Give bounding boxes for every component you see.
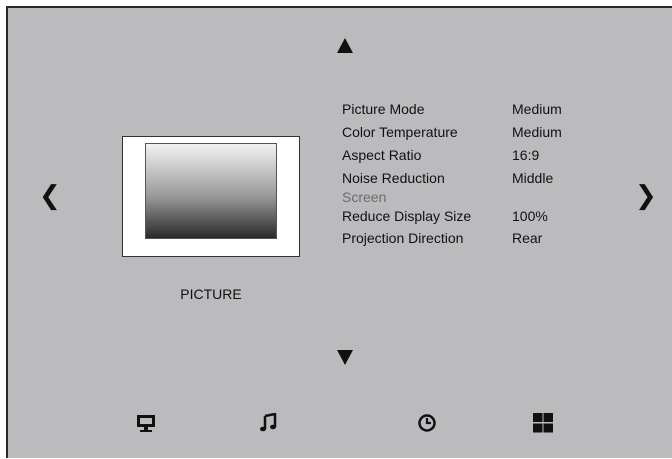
osd-menu-panel: ❮ ❯ PICTURE Picture Mode Medium Color Te… (6, 6, 672, 458)
setting-row-color-temperature[interactable]: Color Temperature Medium (342, 124, 602, 147)
picture-preview-image (145, 143, 277, 239)
setting-row-screen: Screen (342, 189, 602, 208)
setting-row-picture-mode[interactable]: Picture Mode Medium (342, 101, 602, 124)
monitor-icon[interactable] (136, 413, 156, 438)
setting-value: Medium (512, 124, 562, 140)
setting-row-projection-direction[interactable]: Projection Direction Rear (342, 230, 602, 253)
clock-icon[interactable] (417, 413, 437, 438)
setting-label: Noise Reduction (342, 170, 445, 186)
category-title: PICTURE (180, 286, 242, 302)
category-icon-bar (8, 412, 672, 443)
next-category-chevron-icon[interactable]: ❯ (635, 183, 657, 209)
setting-value: 100% (512, 208, 548, 224)
setting-value: Rear (512, 230, 543, 246)
setting-row-reduce-display-size[interactable]: Reduce Display Size 100% (342, 208, 602, 230)
setting-label: Aspect Ratio (342, 147, 422, 163)
setting-value: 16:9 (512, 147, 540, 163)
setting-label: Color Temperature (342, 124, 458, 140)
setting-label: Reduce Display Size (342, 208, 472, 224)
grid-icon[interactable] (532, 413, 554, 438)
setting-row-noise-reduction[interactable]: Noise Reduction Middle (342, 170, 602, 189)
setting-value: Medium (512, 101, 562, 117)
music-note-icon[interactable] (258, 412, 278, 438)
setting-label: Projection Direction (342, 230, 464, 246)
category-preview-frame (122, 136, 300, 257)
setting-value: Middle (512, 170, 554, 186)
setting-label: Picture Mode (342, 101, 425, 117)
setting-row-aspect-ratio[interactable]: Aspect Ratio 16:9 (342, 147, 602, 170)
setting-label: Screen (342, 189, 387, 205)
scroll-up-arrow-icon[interactable] (337, 38, 353, 53)
scroll-down-arrow-icon[interactable] (337, 350, 353, 365)
previous-category-chevron-icon[interactable]: ❮ (39, 183, 61, 209)
settings-list: Picture Mode Medium Color Temperature Me… (342, 101, 602, 253)
